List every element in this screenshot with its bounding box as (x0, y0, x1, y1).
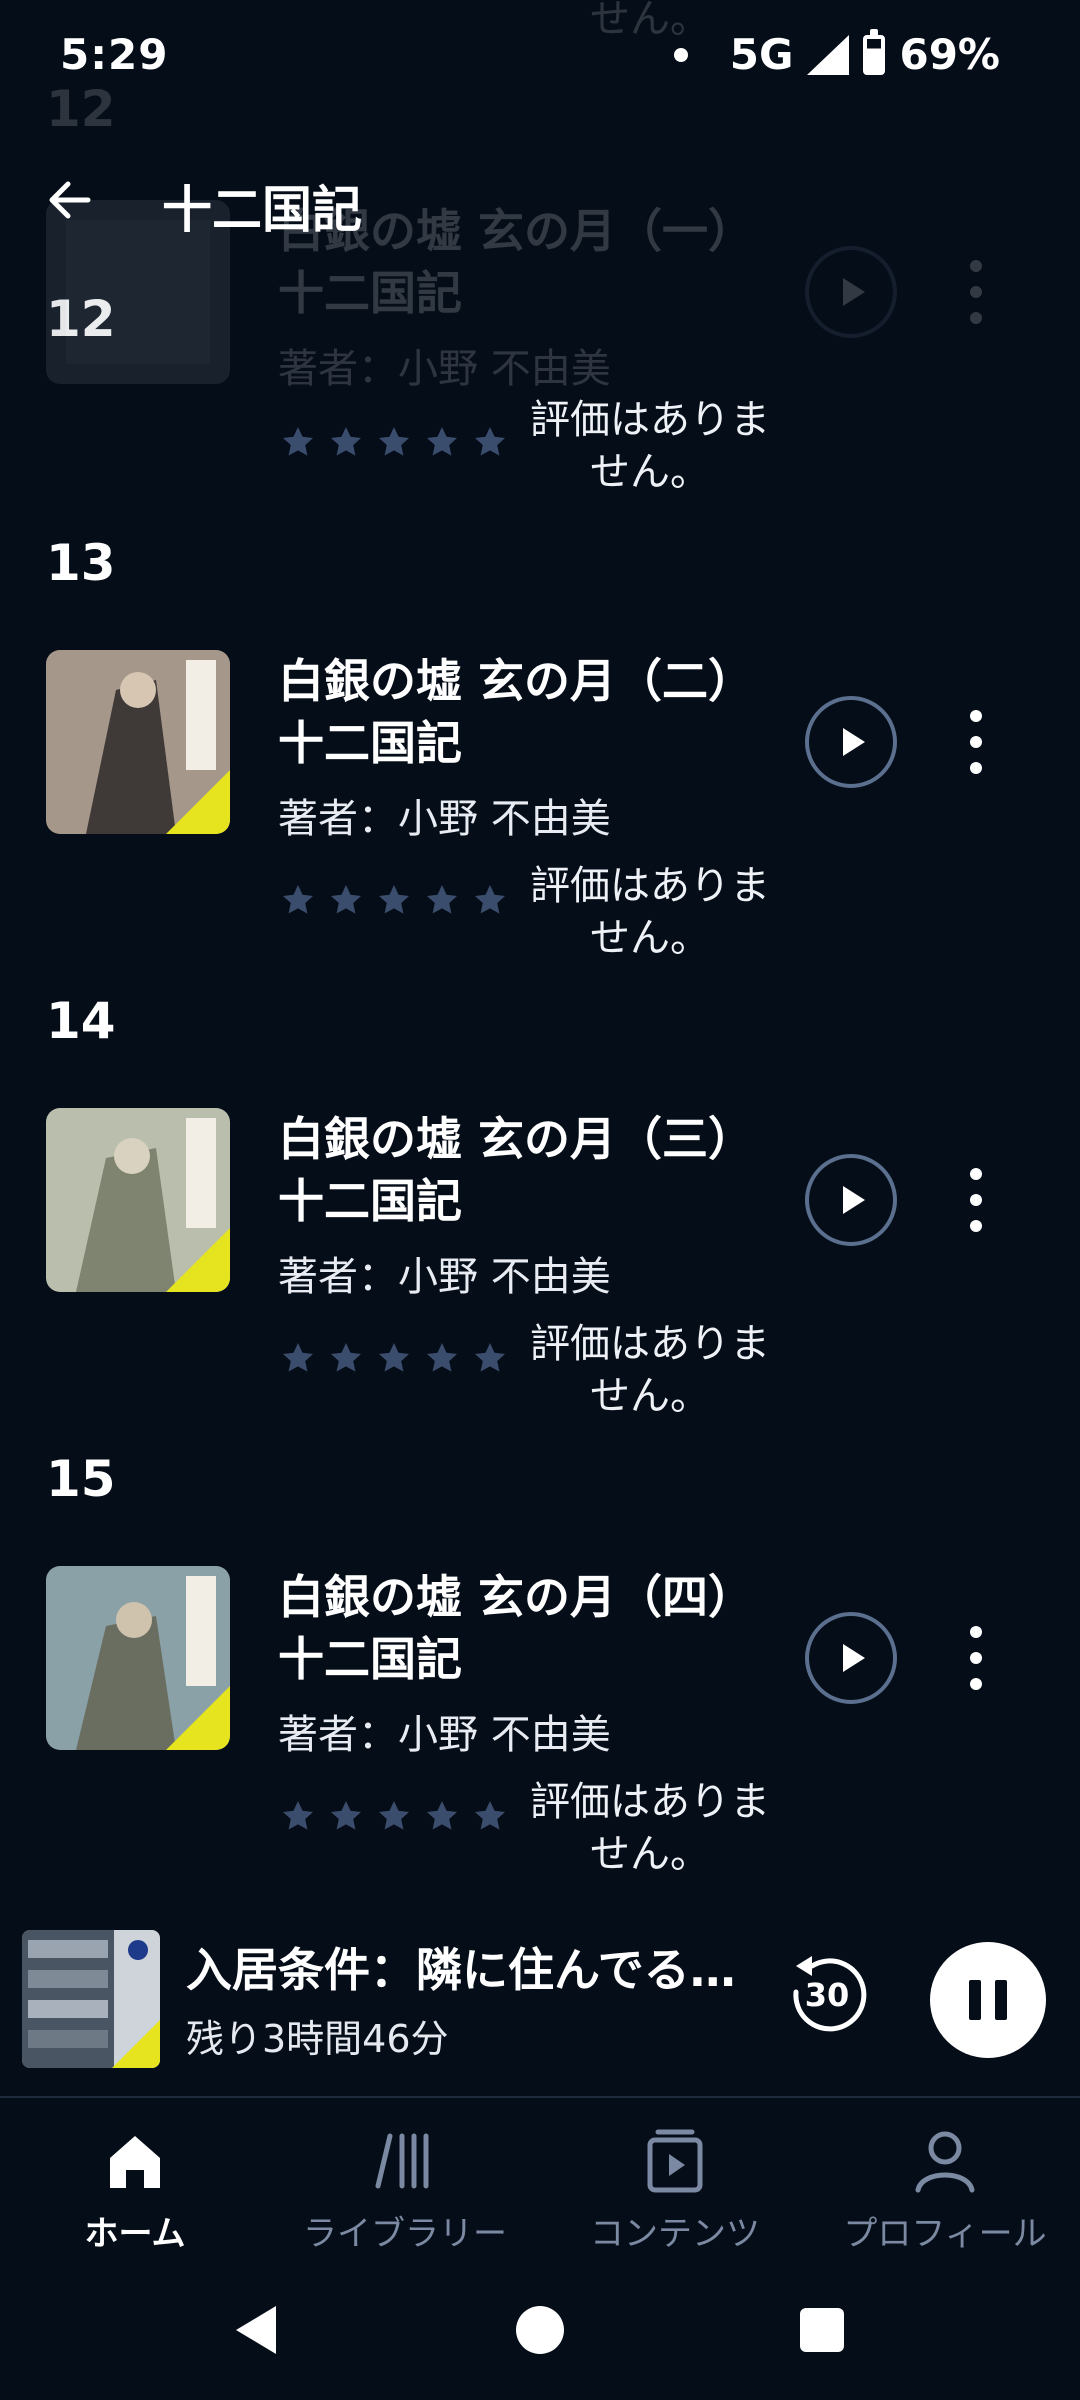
status-bar: 5:29 5G 69% (0, 0, 1080, 118)
nav-home[interactable]: ホーム (0, 2100, 270, 2260)
star-icon (427, 885, 457, 914)
book-author: 著者：小野 不由美 (278, 1712, 611, 1758)
back-arrow-icon[interactable] (40, 170, 100, 230)
more-options-button[interactable] (956, 702, 996, 782)
battery-level: 69% (899, 30, 1000, 79)
book-cover (46, 1108, 230, 1292)
page-title: 十二国記 (162, 181, 362, 239)
rank-number: 15 (46, 1450, 116, 1508)
star-icon (427, 1801, 457, 1830)
more-options-button[interactable] (956, 252, 996, 332)
now-playing-cover (22, 1930, 160, 2068)
star-rating (280, 1798, 508, 1834)
book-title: 白銀の墟 玄の月（四） 十二国記 (278, 1570, 755, 1686)
rating-text: 評価はありま せん。 (530, 1779, 770, 1877)
star-icon (379, 427, 409, 456)
system-recents-icon[interactable] (800, 2308, 844, 2352)
profile-icon (915, 2131, 975, 2193)
now-playing-title: 入居条件：隣に住んでる… (186, 1943, 736, 1997)
star-icon (283, 885, 313, 914)
list-item[interactable]: 白銀の墟 玄の月（四） 十二国記 著者：小野 不由美 評価はありま せん。 (0, 1566, 1080, 1886)
notification-dot-icon (673, 47, 688, 62)
pause-icon (969, 1980, 981, 2020)
rating-text: 評価はありま せん。 (530, 1321, 770, 1419)
pause-button[interactable] (930, 1942, 1046, 2058)
remaining-time: 残り3時間46分 (186, 2017, 449, 2061)
library-icon (375, 2133, 429, 2189)
rating-text: 評価はありま せん。 (530, 397, 770, 495)
play-button[interactable] (805, 246, 897, 338)
star-rating (280, 424, 508, 460)
star-icon (331, 427, 361, 456)
rank-number: 14 (46, 992, 116, 1050)
book-author: 著者：小野 不由美 (278, 796, 611, 842)
more-options-button[interactable] (956, 1618, 996, 1698)
nav-profile[interactable]: プロフィール (810, 2100, 1080, 2260)
rank-number: 13 (46, 534, 116, 592)
nav-content[interactable]: コンテンツ (540, 2100, 810, 2260)
rating-text: 評価はありま せん。 (530, 863, 770, 961)
system-back-icon[interactable] (236, 2306, 276, 2354)
play-button[interactable] (805, 1154, 897, 1246)
star-icon (475, 1801, 505, 1830)
system-navigation (0, 2270, 1080, 2400)
star-icon (427, 1343, 457, 1372)
star-icon (331, 1343, 361, 1372)
play-icon (843, 1644, 865, 1672)
rank-number: 12 (46, 290, 116, 348)
more-options-button[interactable] (956, 1160, 996, 1240)
book-cover (46, 650, 230, 834)
book-title: 白銀の墟 玄の月（二） 十二国記 (278, 654, 755, 770)
star-icon (427, 427, 457, 456)
nav-label: ライブラリー (303, 2214, 507, 2254)
star-icon (283, 1801, 313, 1830)
nav-label: コンテンツ (590, 2214, 760, 2254)
home-icon (110, 2136, 160, 2188)
play-button[interactable] (805, 1612, 897, 1704)
nav-label: ホーム (84, 2214, 186, 2254)
book-author: 著者：小野 不由美 (278, 346, 611, 392)
star-icon (331, 885, 361, 914)
nav-label: プロフィール (843, 2214, 1047, 2254)
play-icon (843, 1186, 865, 1214)
star-rating (280, 1340, 508, 1376)
play-button[interactable] (805, 696, 897, 788)
list-item[interactable]: 白銀の墟 玄の月（三） 十二国記 著者：小野 不由美 評価はありま せん。 (0, 1108, 1080, 1428)
network-label: 5G (729, 30, 794, 79)
play-icon (843, 728, 865, 756)
bottom-navigation: ホーム ライブラリー コンテンツ プロフィール (0, 2100, 1080, 2260)
content-icon (647, 2129, 703, 2193)
star-icon (379, 1801, 409, 1830)
system-home-icon[interactable] (516, 2306, 564, 2354)
battery-icon (863, 28, 886, 75)
mini-player[interactable]: 入居条件：隣に住んでる… 残り3時間46分 30 (0, 1912, 1080, 2098)
nav-library[interactable]: ライブラリー (270, 2100, 540, 2260)
star-rating (280, 882, 508, 918)
star-icon (379, 885, 409, 914)
star-icon (331, 1801, 361, 1830)
top-app-bar: 十二国記 (0, 150, 1080, 250)
book-author: 著者：小野 不由美 (278, 1254, 611, 1300)
book-cover (46, 1566, 230, 1750)
book-title: 白銀の墟 玄の月（三） 十二国記 (278, 1112, 755, 1228)
star-icon (475, 885, 505, 914)
list-item[interactable]: 白銀の墟 玄の月（二） 十二国記 著者：小野 不由美 評価はありま せん。 (0, 650, 1080, 970)
star-icon (379, 1343, 409, 1372)
star-icon (475, 427, 505, 456)
star-icon (475, 1343, 505, 1372)
star-icon (283, 1343, 313, 1372)
signal-icon (807, 34, 850, 75)
status-icons: 5G 69% (673, 28, 1000, 79)
replay-30-button[interactable]: 30 (782, 1952, 872, 2042)
replay-seconds: 30 (804, 1976, 850, 2014)
play-icon (843, 278, 865, 306)
star-icon (283, 427, 313, 456)
status-time: 5:29 (60, 30, 169, 79)
